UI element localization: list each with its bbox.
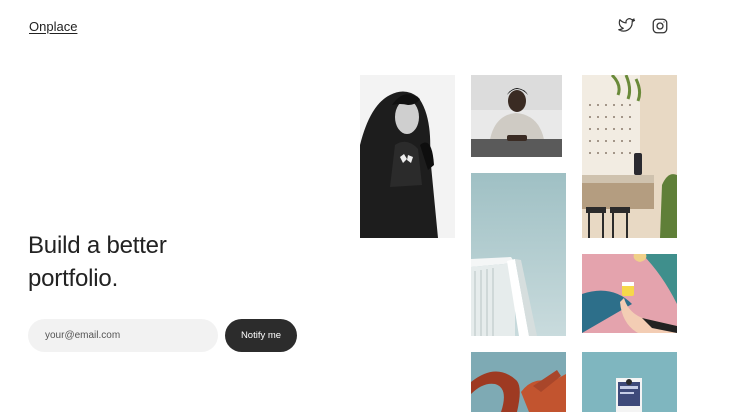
headline-line-2: portfolio. <box>28 265 119 292</box>
email-input[interactable] <box>28 319 218 352</box>
photo-cafe-interior <box>582 75 677 238</box>
notify-me-button[interactable]: Notify me <box>225 319 297 352</box>
twitter-icon[interactable] <box>618 17 636 35</box>
photo-man-desk <box>471 75 562 157</box>
hero-headline: Build a better portfolio. <box>28 229 288 295</box>
photo-book <box>582 352 677 412</box>
photo-red-sculpture <box>471 352 566 412</box>
photo-coffee-cup <box>582 254 677 333</box>
headline-line-1: Build a better <box>28 232 167 259</box>
photo-architecture <box>471 173 566 336</box>
brand-logo-link[interactable]: Onplace <box>29 19 77 34</box>
instagram-icon[interactable] <box>651 17 669 35</box>
photo-man-hoodie <box>360 75 455 238</box>
